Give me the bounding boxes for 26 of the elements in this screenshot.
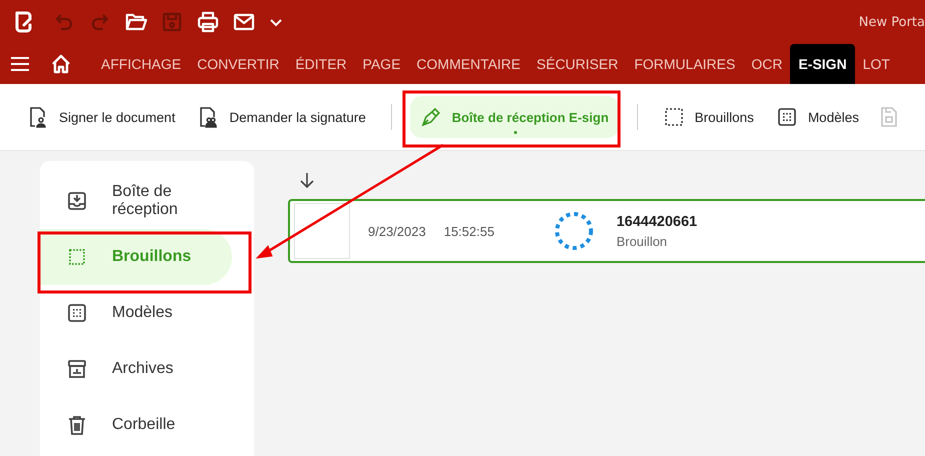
document-date: 9/23/2023 [368, 224, 426, 238]
sidebar-item[interactable]: Brouillons [40, 229, 232, 285]
sidebar-item[interactable]: Modèles [40, 285, 232, 341]
toolbar-button[interactable]: Signer le document [20, 96, 182, 138]
toolbar-button[interactable]: Modèles [768, 96, 866, 138]
document-row[interactable]: 9/23/2023 15:52:55 1644420661 Brouillon [288, 199, 925, 263]
sidebar-item[interactable]: Corbeille [40, 397, 232, 453]
toolbar-button[interactable]: Boîte de réception E-sign [410, 96, 619, 138]
menu-tab[interactable]: E-SIGN [790, 44, 855, 84]
document-title: 1644420661 [616, 214, 698, 230]
menu-tab[interactable]: LOT [854, 44, 898, 84]
sidebar-item[interactable]: Archives [40, 341, 232, 397]
document-status: Brouillon [616, 234, 668, 248]
menu-tab[interactable]: AFFICHAGE [93, 44, 190, 84]
menu-tab[interactable]: PAGE [354, 44, 409, 84]
menu-tab[interactable]: OCR [743, 44, 790, 84]
menu-tab[interactable]: SÉCURISER [528, 44, 626, 84]
sidebar-item[interactable]: Boîte de réception [40, 173, 232, 229]
window-title: New Porta [858, 14, 925, 30]
toolbar-button[interactable]: Demander la signature [190, 96, 373, 138]
menu-tab[interactable]: COMMENTAIRE [408, 44, 529, 84]
menu-tab[interactable]: FORMULAIRES [626, 44, 744, 84]
document-time: 15:52:55 [444, 224, 494, 238]
toolbar-button[interactable]: Brouillons [656, 96, 761, 138]
menu-tab[interactable]: CONVERTIR [189, 44, 288, 84]
menu-tab[interactable]: ÉDITER [287, 44, 355, 84]
